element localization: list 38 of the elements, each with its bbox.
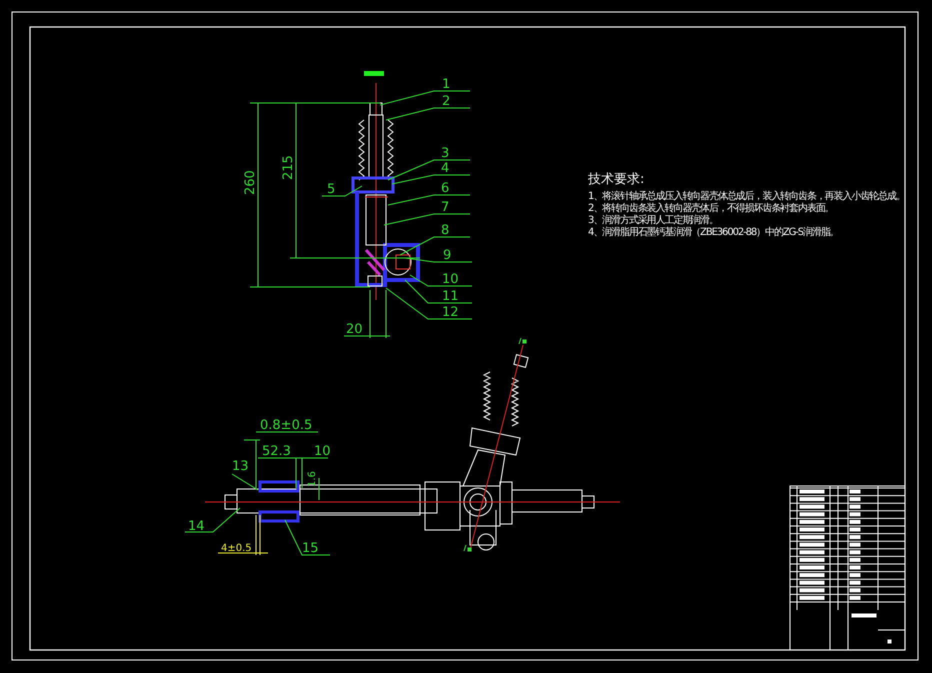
part-number: 5 <box>327 182 336 197</box>
leader-line <box>322 186 362 196</box>
technical-note: 3、润滑方式采用人工定期润滑。 <box>588 215 719 226</box>
part-number: 10 <box>442 272 459 287</box>
section-mark <box>464 544 472 552</box>
technical-note: 4、润滑脂用石墨钙基润滑（ZBE36002-88）中的ZG-S润滑脂。 <box>588 227 840 238</box>
part-number: 2 <box>442 94 450 109</box>
part-number: 1 <box>442 77 450 92</box>
technical-note: 2、将转向齿条装入转向器壳体后，不得损坏齿条衬套内表面。 <box>588 203 835 214</box>
dimension-value: 260 <box>243 170 258 195</box>
part-number: 12 <box>442 305 459 320</box>
dimension-line <box>218 514 268 556</box>
section-mark <box>518 338 526 344</box>
section-mark <box>364 71 384 76</box>
leader-line <box>184 508 240 532</box>
dimension-value: 4±0.5 <box>221 543 252 554</box>
dimension-value: 215 <box>281 155 296 180</box>
part-number: 7 <box>441 200 450 215</box>
technical-note: 1、将滚针轴承总成压入转向器壳体总成后，装入转向齿条，再装入小齿轮总成。 <box>588 191 905 202</box>
part-number: 13 <box>232 459 249 474</box>
part-number: 6 <box>441 181 450 196</box>
part-number: 15 <box>302 541 319 556</box>
dimension-value: 1.6 <box>307 471 318 487</box>
leader-line <box>404 258 472 262</box>
notes-title: 技术要求: <box>588 171 646 188</box>
leader-line <box>284 520 330 556</box>
dimension-value: 52.3 <box>262 444 291 459</box>
part-number: 11 <box>442 289 459 304</box>
part-number: 4 <box>441 161 450 176</box>
part-number: 9 <box>443 248 452 263</box>
dimension-value: 0.8±0.5 <box>260 418 312 433</box>
dimension-value: 10 <box>314 444 331 459</box>
part-number: 8 <box>441 223 450 238</box>
dimension-line <box>344 290 390 338</box>
part-number: 3 <box>441 146 450 161</box>
dimension-value: 20 <box>346 322 363 337</box>
leader-line <box>232 474 258 490</box>
part-number: 14 <box>188 519 205 534</box>
